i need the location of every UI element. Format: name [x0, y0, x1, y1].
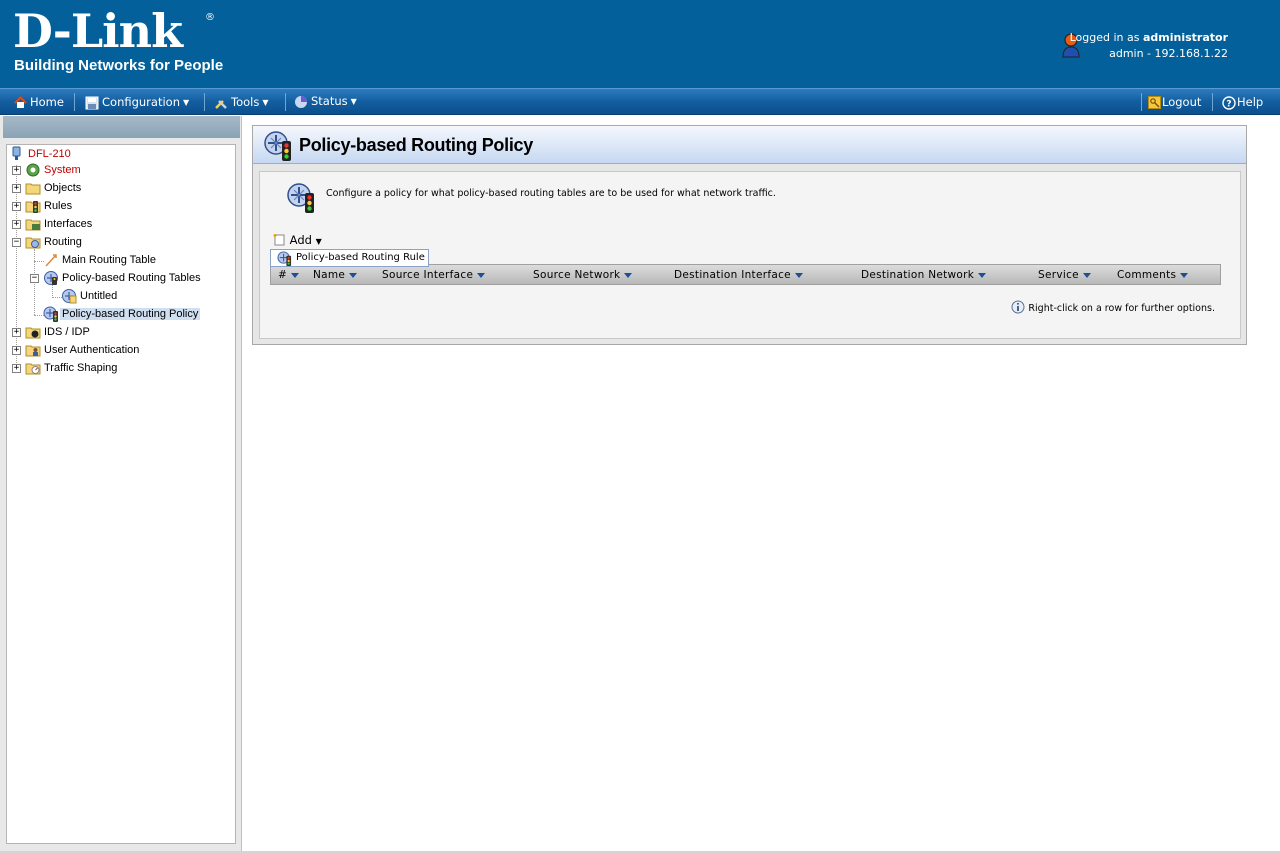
policy-routing-policy-icon: [287, 183, 314, 213]
interfaces-folder-icon: [25, 219, 41, 231]
menu-separator: [204, 93, 205, 111]
status-pie-icon: [295, 95, 307, 108]
column-header-number[interactable]: #: [278, 268, 300, 282]
navigation-panel: DFL-210 + System + Objects + Rules + Int…: [0, 116, 242, 854]
menu-logout[interactable]: Logout: [1148, 93, 1201, 111]
sort-arrow-icon: [291, 272, 300, 278]
tree-expand-toggle[interactable]: +: [12, 364, 21, 373]
menu-help[interactable]: ? Help: [1222, 93, 1263, 111]
tools-icon: [215, 99, 227, 109]
menu-separator: [1212, 93, 1213, 111]
page-title-bar: Policy-based Routing Policy: [253, 126, 1246, 164]
sort-arrow-icon: [978, 272, 987, 278]
add-button[interactable]: Add ▼: [272, 232, 322, 249]
tree-node-main-routing-table[interactable]: Main Routing Table: [43, 252, 158, 268]
main-menubar: Home Configuration ▼ Tools ▼ Status ▼ Logou…: [0, 88, 1280, 115]
page-title: Policy-based Routing Policy: [299, 135, 533, 155]
column-header-source-interface[interactable]: Source Interface: [382, 268, 486, 282]
chevron-down-icon: ▼: [315, 237, 322, 246]
navigation-panel-header: [3, 116, 240, 138]
tree-expand-toggle[interactable]: +: [12, 202, 21, 211]
menu-separator: [285, 93, 286, 111]
column-header-comments[interactable]: Comments: [1117, 268, 1189, 282]
menu-configuration[interactable]: Configuration ▼: [85, 93, 189, 111]
sort-arrow-icon: [1082, 272, 1091, 278]
navigation-tree: DFL-210 + System + Objects + Rules + Int…: [6, 144, 236, 844]
svg-text:?: ?: [1226, 99, 1231, 109]
tree-node-system[interactable]: System: [25, 162, 83, 178]
add-menu-policy-routing-rule[interactable]: Policy-based Routing Rule: [270, 249, 429, 267]
menu-home[interactable]: Home: [14, 93, 64, 111]
sort-arrow-icon: [1180, 272, 1189, 278]
user-auth-folder-icon: [25, 345, 41, 357]
column-header-name[interactable]: Name: [313, 268, 358, 282]
tree-collapse-toggle[interactable]: −: [30, 274, 39, 283]
routing-folder-icon: [25, 237, 41, 249]
menu-separator: [1141, 93, 1142, 111]
tree-connector: [16, 165, 17, 373]
menu-status[interactable]: Status ▼: [294, 92, 357, 110]
tree-node-rules[interactable]: Rules: [25, 198, 74, 214]
column-header-service[interactable]: Service: [1038, 268, 1091, 282]
traffic-light-folder-icon: [25, 201, 41, 213]
gear-icon: [26, 163, 40, 177]
tree-node-policy-routing-policy[interactable]: Policy-based Routing Policy: [43, 306, 201, 322]
tree-node-policy-routing-tables[interactable]: Policy-based Routing Tables: [43, 270, 203, 286]
login-info: Logged in as administrator admin - 192.1…: [1069, 31, 1228, 60]
help-icon: ?: [1222, 95, 1236, 110]
app-header: D-Link ® Building Networks for People Lo…: [0, 0, 1280, 88]
info-icon: [1011, 300, 1025, 314]
content-panel: Policy-based Routing Policy Configure a …: [252, 125, 1247, 345]
column-header-destination-interface[interactable]: Destination Interface: [674, 268, 803, 282]
tree-expand-toggle[interactable]: +: [12, 328, 21, 337]
policy-routing-policy-icon: [43, 306, 58, 322]
chevron-down-icon: ▼: [262, 97, 269, 107]
column-header-source-network[interactable]: Source Network: [533, 268, 633, 282]
save-disk-icon: [85, 96, 99, 109]
chevron-down-icon: ▼: [183, 97, 190, 107]
right-click-hint: Right-click on a row for further options…: [1011, 300, 1215, 314]
tree-node-interfaces[interactable]: Interfaces: [25, 216, 94, 232]
tree-expand-toggle[interactable]: +: [12, 166, 21, 175]
menu-separator: [74, 93, 75, 111]
tree-node-routing[interactable]: Routing: [25, 234, 84, 250]
policy-routing-policy-icon: [264, 131, 291, 161]
new-item-icon: [273, 234, 285, 246]
tree-node-user-authentication[interactable]: User Authentication: [25, 342, 141, 358]
policy-list-area: Configure a policy for what policy-based…: [259, 171, 1241, 339]
column-header-destination-network[interactable]: Destination Network: [861, 268, 987, 282]
tree-node-untitled[interactable]: Untitled: [61, 288, 119, 304]
traffic-shaping-folder-icon: [25, 363, 41, 375]
tree-expand-toggle[interactable]: +: [12, 346, 21, 355]
login-session: admin - 192.168.1.22: [1109, 47, 1228, 60]
dlink-logo: D-Link: [13, 4, 183, 58]
page-description: Configure a policy for what policy-based…: [326, 188, 776, 199]
policy-routing-tables-icon: [44, 271, 58, 285]
sort-arrow-icon: [794, 272, 803, 278]
login-user: administrator: [1142, 31, 1228, 44]
tree-node-root[interactable]: DFL-210: [9, 146, 73, 162]
key-icon: [1148, 96, 1161, 109]
sort-arrow-icon: [477, 272, 486, 278]
folder-icon: [25, 183, 41, 195]
routing-table-icon: [45, 254, 57, 267]
ids-folder-icon: [25, 327, 41, 339]
sort-arrow-icon: [349, 272, 358, 278]
logo-tagline: Building Networks for People: [14, 57, 224, 74]
registered-mark: ®: [205, 12, 215, 23]
home-icon: [14, 96, 27, 108]
tree-node-traffic-shaping[interactable]: Traffic Shaping: [25, 360, 119, 376]
tree-node-ids-idp[interactable]: IDS / IDP: [25, 324, 92, 340]
tree-collapse-toggle[interactable]: −: [12, 238, 21, 247]
menu-tools[interactable]: Tools ▼: [214, 93, 269, 111]
routing-table-entry-icon: [62, 289, 77, 304]
tree-node-objects[interactable]: Objects: [25, 180, 83, 196]
table-header: # Name Source Interface Source Network D…: [270, 264, 1221, 285]
sort-arrow-icon: [624, 272, 633, 278]
tree-expand-toggle[interactable]: +: [12, 220, 21, 229]
policy-routing-rule-icon: [277, 251, 292, 266]
device-icon: [12, 146, 21, 160]
chevron-down-icon: ▼: [350, 96, 357, 106]
tree-expand-toggle[interactable]: +: [12, 184, 21, 193]
